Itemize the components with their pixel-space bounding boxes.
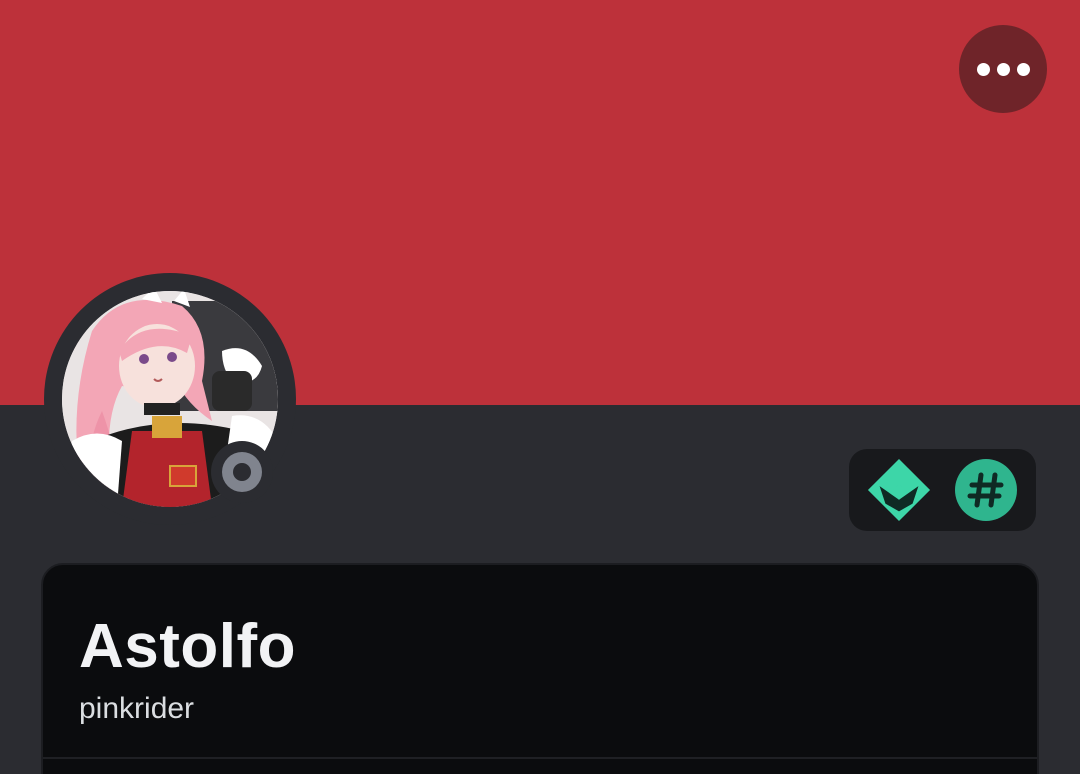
more-horizontal-icon xyxy=(976,62,990,76)
card-divider xyxy=(43,757,1037,759)
status-hole xyxy=(233,463,251,481)
more-options-button[interactable] xyxy=(959,25,1047,113)
username: pinkrider xyxy=(79,692,195,725)
boost-diamond-icon xyxy=(867,458,930,522)
hashtag-icon xyxy=(955,459,1018,521)
profile-info-card: Astolfo pinkrider xyxy=(41,563,1039,774)
nitro-boost-badge-icon[interactable] xyxy=(866,457,932,523)
offline-status-icon xyxy=(222,452,262,492)
hashtag-badge-icon[interactable] xyxy=(953,457,1019,523)
status-indicator xyxy=(211,441,273,503)
more-dot xyxy=(996,62,1010,76)
badge-list xyxy=(849,449,1036,531)
display-name: Astolfo xyxy=(79,612,297,681)
more-dot xyxy=(1016,62,1030,76)
profile-page: Astolfo pinkrider xyxy=(0,0,1080,774)
